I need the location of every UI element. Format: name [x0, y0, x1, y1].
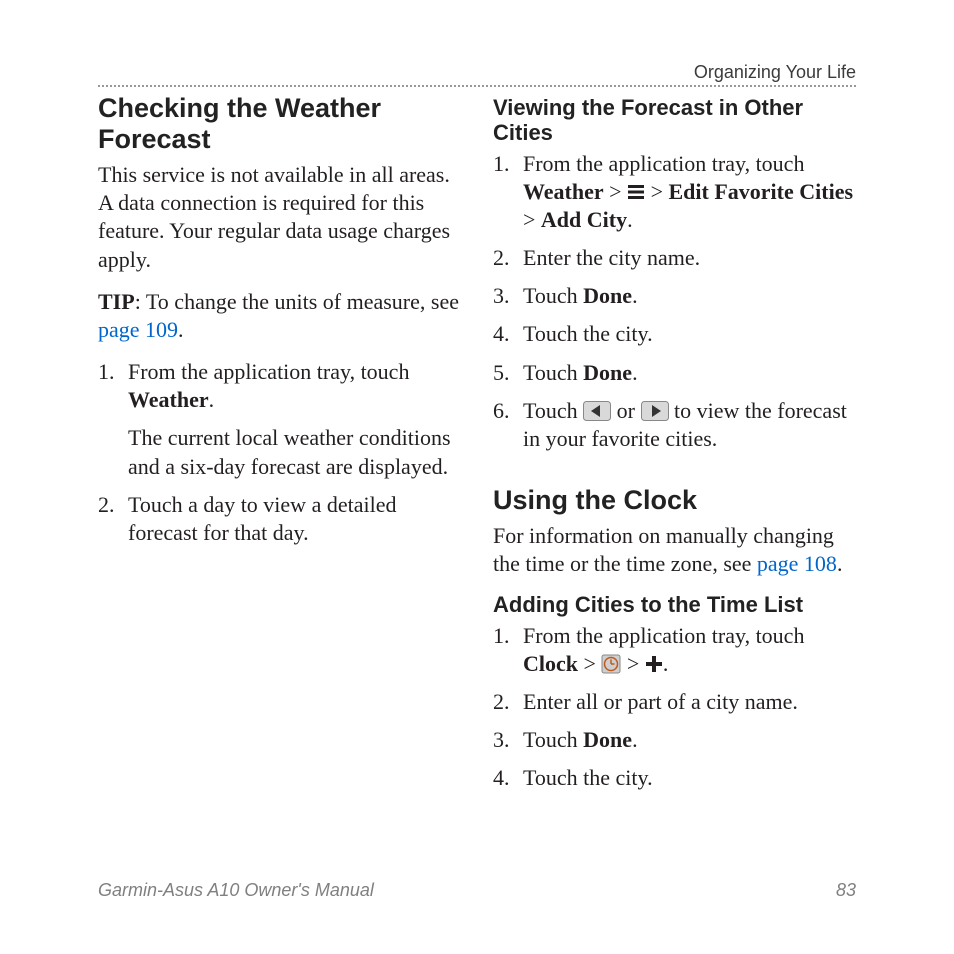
list-item: Touch Done.: [493, 359, 856, 387]
step-text: >: [523, 207, 541, 232]
running-header: Organizing Your Life: [98, 62, 856, 83]
step-text: From the application tray, touch: [128, 359, 409, 384]
step-text: .: [632, 360, 638, 385]
list-item: Touch a day to view a detailed forecast …: [98, 491, 461, 547]
step-bold: Add City: [541, 207, 627, 232]
list-item: Enter the city name.: [493, 244, 856, 272]
step-text: From the application tray, touch: [523, 151, 804, 176]
tip-label: TIP: [98, 289, 135, 314]
step-bold: Done: [583, 360, 632, 385]
clock-steps: From the application tray, touch Clock >…: [493, 622, 856, 793]
heading-using-clock: Using the Clock: [493, 485, 856, 516]
footer-title: Garmin-Asus A10 Owner's Manual: [98, 880, 374, 901]
weather-intro: This service is not available in all are…: [98, 161, 461, 274]
link-page-109[interactable]: page 109: [98, 317, 178, 342]
left-column: Checking the Weather Forecast This servi…: [98, 93, 461, 802]
link-page-108[interactable]: page 108: [757, 551, 837, 576]
step-text: .: [209, 387, 215, 412]
list-item: From the application tray, touch Weather…: [493, 150, 856, 234]
step-text: .: [632, 283, 638, 308]
header-divider: [98, 85, 856, 87]
step-text: >: [578, 651, 601, 676]
right-column: Viewing the Forecast in Other Cities Fro…: [493, 93, 856, 802]
step-text: .: [627, 207, 633, 232]
step-text: Touch: [523, 398, 583, 423]
heading-checking-weather: Checking the Weather Forecast: [98, 93, 461, 155]
tip-text: : To change the units of measure, see: [135, 289, 459, 314]
step-bold: Done: [583, 727, 632, 752]
step-bold: Edit Favorite Cities: [669, 179, 854, 204]
left-arrow-button-icon: [583, 400, 611, 420]
right-arrow-button-icon: [641, 400, 669, 420]
clock-intro: For information on manually changing the…: [493, 522, 856, 578]
forecast-steps: From the application tray, touch Weather…: [493, 150, 856, 453]
footer-page-number: 83: [836, 880, 856, 901]
step-text: .: [632, 727, 638, 752]
list-item: Touch the city.: [493, 320, 856, 348]
heading-adding-cities: Adding Cities to the Time List: [493, 592, 856, 617]
list-item: From the application tray, touch Weather…: [98, 358, 461, 481]
step-bold: Weather: [523, 179, 604, 204]
list-item: Touch Done.: [493, 282, 856, 310]
step-bold: Weather: [128, 387, 209, 412]
page-footer: Garmin-Asus A10 Owner's Manual 83: [98, 880, 856, 901]
menu-icon: [627, 180, 645, 198]
clock-intro-after: .: [837, 551, 843, 576]
weather-tip: TIP: To change the units of measure, see…: [98, 288, 461, 344]
step-text: >: [645, 179, 668, 204]
step-text: or: [611, 398, 640, 423]
plus-icon: [645, 652, 663, 670]
list-item: Touch the city.: [493, 764, 856, 792]
step-text: >: [604, 179, 627, 204]
step-bold: Clock: [523, 651, 578, 676]
clock-icon: [601, 653, 621, 673]
list-item: From the application tray, touch Clock >…: [493, 622, 856, 678]
weather-steps: From the application tray, touch Weather…: [98, 358, 461, 547]
step-subtext: The current local weather conditions and…: [128, 424, 461, 480]
step-text: Touch: [523, 283, 583, 308]
step-bold: Done: [583, 283, 632, 308]
heading-viewing-forecast: Viewing the Forecast in Other Cities: [493, 95, 856, 146]
tip-after: .: [178, 317, 184, 342]
list-item: Touch Done.: [493, 726, 856, 754]
list-item: Touch or to view the forecast in your fa…: [493, 397, 856, 453]
list-item: Enter all or part of a city name.: [493, 688, 856, 716]
step-text: From the application tray, touch: [523, 623, 804, 648]
step-text: >: [621, 651, 644, 676]
step-text: Touch: [523, 727, 583, 752]
step-text: .: [663, 651, 669, 676]
step-text: Touch: [523, 360, 583, 385]
